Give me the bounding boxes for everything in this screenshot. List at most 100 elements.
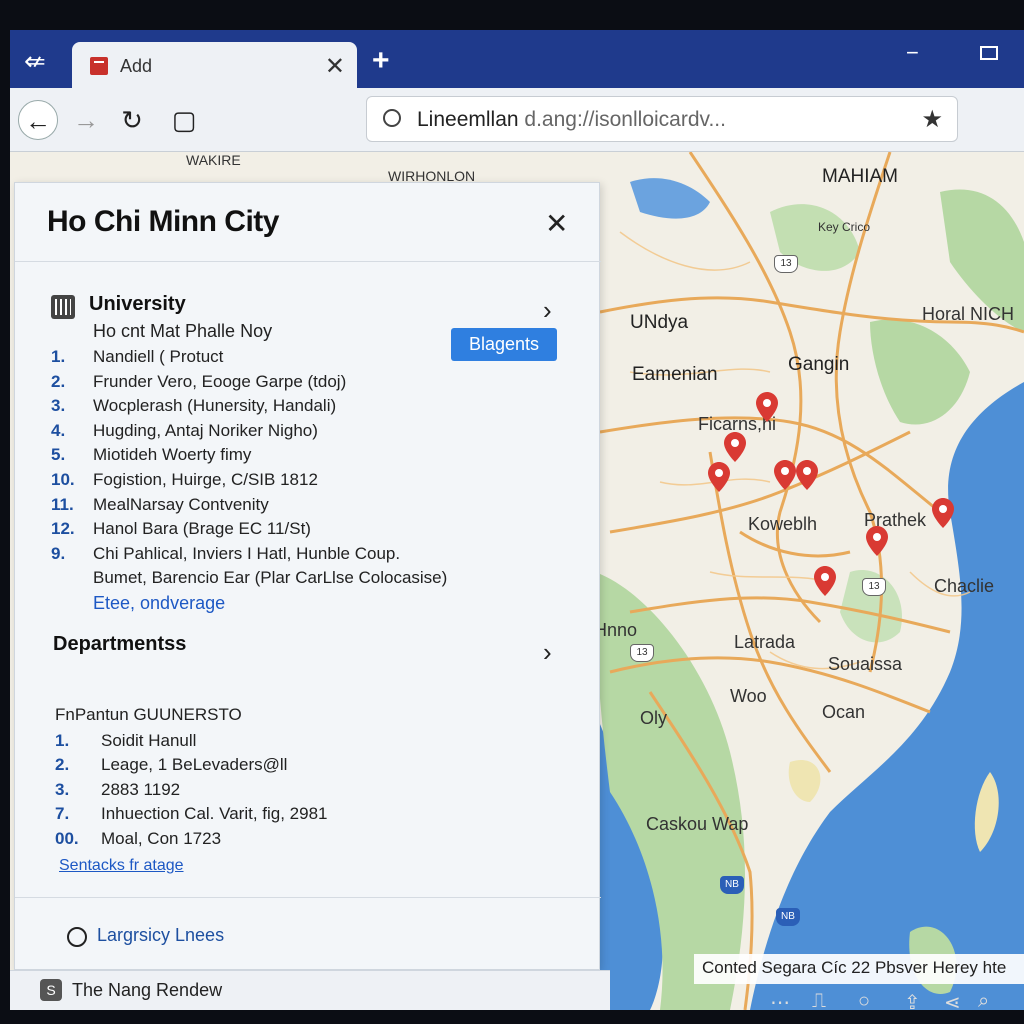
chevron-right-icon[interactable]: › <box>543 637 552 668</box>
address-bar[interactable]: Lineemllan d.ang://isonlloicardv... ★ <box>366 96 958 142</box>
list-item-text: Wocplerash (Hunersity, Handali) <box>93 396 337 416</box>
radio-button[interactable] <box>67 927 87 947</box>
map-label: Gangin <box>788 354 850 375</box>
map-label: Woo <box>730 686 767 706</box>
address-rest: d.ang://isonlloicardv... <box>518 108 726 131</box>
university-section-title[interactable]: University <box>89 293 186 316</box>
list-item-text: Miotideh Woerty fimy <box>93 445 252 465</box>
list-item-number: 3. <box>51 396 66 416</box>
new-tab-button[interactable]: + <box>372 44 390 78</box>
radio-label[interactable]: Largrsicy Lnees <box>97 925 224 946</box>
list-item-number: 7. <box>55 804 70 824</box>
app-icon[interactable]: S <box>40 979 62 1001</box>
map-pin-icon[interactable] <box>866 526 888 556</box>
list-item-text: Fogistion, Huirge, C/SIB 1812 <box>93 469 318 489</box>
list-item-text: Frunder Vero, Eooge Garpe (tdoj) <box>93 371 347 391</box>
tray-share-icon[interactable]: ⋖ <box>944 990 961 1015</box>
university-subtitle: Ho cnt Mat Phalle Noy <box>93 321 273 341</box>
map-label: Koweblh <box>748 514 818 534</box>
list-item-number: 1. <box>51 347 66 366</box>
map-pin-icon[interactable] <box>774 460 796 490</box>
route-shield-icon: 13 <box>630 644 654 662</box>
minimize-icon[interactable]: − <box>906 40 919 66</box>
bookmark-star-icon[interactable]: ★ <box>921 105 943 134</box>
browser-toolbar: ← → ↻ ▢ Lineemllan d.ang://isonlloicardv… <box>10 88 1024 152</box>
list-item-number: 10. <box>51 469 75 489</box>
divider <box>15 897 601 898</box>
reload-button[interactable]: ↻ <box>112 100 152 140</box>
map-pin-icon[interactable] <box>708 462 730 492</box>
route-shield-icon: 13 <box>862 578 886 596</box>
map-label: Eamenian <box>632 364 718 385</box>
list-item-text: 2883 1192 <box>101 779 181 799</box>
address-text[interactable]: Lineemllan d.ang://isonlloicardv... <box>417 108 726 132</box>
tab-list-icon[interactable]: ⇍ <box>24 48 58 76</box>
tray-upload-icon[interactable]: ⇪ <box>904 990 921 1015</box>
list-item-text: Soidit Hanull <box>101 731 197 750</box>
maximize-icon[interactable] <box>980 46 998 60</box>
map-label: MAHIAM <box>822 166 898 187</box>
list-item-number: 2. <box>51 371 66 391</box>
map-label: Ocan <box>822 702 866 722</box>
map-label: Latrada <box>734 632 796 652</box>
departments-section-title[interactable]: Departmentss <box>53 633 186 656</box>
map-label: WAKIRE <box>186 152 241 168</box>
route-shield-icon: 13 <box>774 255 798 273</box>
map-pin-icon[interactable] <box>796 460 818 490</box>
taskbar <box>0 1010 1024 1024</box>
favicon-icon <box>90 57 108 75</box>
map-label: Key Crico <box>818 220 871 234</box>
map-pin-icon[interactable] <box>814 566 836 596</box>
map-label: Souaissa <box>828 654 903 674</box>
list-item-text: Chi Pahlical, Inviers I Hatl, Hunble Cou… <box>93 543 401 563</box>
tray-search-icon[interactable]: ⌕ <box>978 990 989 1013</box>
list-item-number: 11. <box>51 494 74 514</box>
list-item-number: 12. <box>51 519 75 539</box>
map-attribution: Conted Segara Cíc 22 Pbsver Herey hte <box>694 954 1024 984</box>
tab-bar: ⇍ Add ✕ + − <box>10 30 1024 90</box>
route-shield-icon: NB <box>720 876 744 894</box>
address-main: Lineemllan <box>417 108 519 131</box>
tab-close-button[interactable]: ✕ <box>325 52 345 81</box>
tab-title: Add <box>120 56 153 76</box>
map-label: Hnno <box>594 620 638 640</box>
tray-display-icon[interactable]: ⎍ <box>812 990 826 1013</box>
list-item-number: 3. <box>55 779 70 799</box>
map-label: Caskou Wap <box>646 814 749 834</box>
map-label: Chaclie <box>934 576 995 596</box>
tray-circle-icon[interactable]: ○ <box>858 990 870 1013</box>
chevron-right-icon[interactable]: › <box>543 295 552 326</box>
back-button[interactable]: ← <box>18 100 58 140</box>
map-pin-icon[interactable] <box>724 432 746 462</box>
list-item-text: Inhuection Cal. Varit, fig, 2981 <box>101 804 328 824</box>
list-item-text: Nandiell ( Protuct <box>93 347 224 366</box>
page-title: Ho Chi Minn City <box>47 205 279 238</box>
map-label: Oly <box>640 708 667 728</box>
route-shield-icon: NB <box>776 908 800 926</box>
list-item-text: Moal, Con 1723 <box>101 828 222 848</box>
close-panel-button[interactable]: ✕ <box>545 207 568 240</box>
tab-overview-button[interactable]: ▢ <box>164 100 204 140</box>
browser-tab[interactable]: Add ✕ <box>72 42 357 90</box>
map-pin-icon[interactable] <box>756 392 778 422</box>
list-item-text: Bumet, Barencio Ear (Plar CarLlse Coloca… <box>93 568 448 588</box>
coverage-link[interactable]: Etee, ondverage <box>93 593 225 614</box>
map-label: UNdya <box>630 312 689 333</box>
forward-button[interactable]: → <box>66 100 106 140</box>
status-bar: S The Nang Rendew <box>10 970 610 1010</box>
tray-menu-icon[interactable]: ⋯ <box>770 990 790 1015</box>
departments-subtitle: FnPantun GUUNERSTO <box>55 705 242 724</box>
university-building-icon <box>51 295 75 319</box>
list-item-number: 00. <box>55 828 79 848</box>
departments-link[interactable]: Sentacks fr atage <box>59 857 184 875</box>
list-item-text: MealNarsay Contvenity <box>93 494 269 514</box>
map-label: Horal NICH <box>922 304 1015 324</box>
map-pin-icon[interactable] <box>932 498 954 528</box>
list-item-text: Hugding, Antaj Noriker Nigho) <box>93 420 318 440</box>
divider <box>15 261 601 262</box>
agents-badge-button[interactable]: Blagents <box>451 328 557 361</box>
list-item-text: Leage, 1 BeLevaders@ll <box>101 755 288 775</box>
list-item-text: Hanol Bara (Brage EC 11/St) <box>93 519 311 539</box>
site-info-icon[interactable] <box>383 109 401 127</box>
browser-window: ⇍ Add ✕ + − ← → ↻ ▢ Lineemllan d.ang://i… <box>10 30 1024 1010</box>
